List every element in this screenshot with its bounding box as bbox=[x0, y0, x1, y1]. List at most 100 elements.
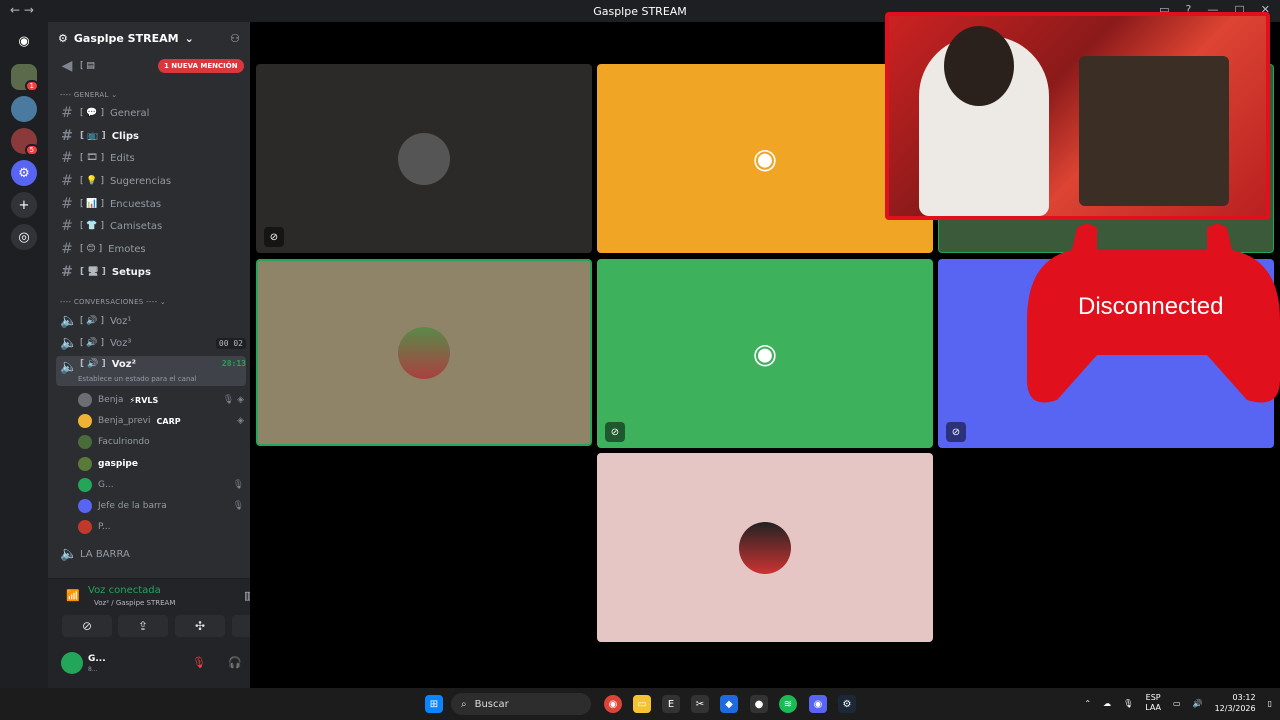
channel-general[interactable]: #[ 💬 ] General bbox=[56, 103, 246, 123]
user-avatar[interactable] bbox=[61, 652, 83, 674]
chevron-up-icon[interactable]: ⌃ bbox=[1084, 699, 1091, 708]
taskbar-search[interactable]: ⌕ Buscar bbox=[451, 693, 591, 715]
voice-member[interactable]: Jefe de la barra 🎙 bbox=[78, 496, 244, 516]
voice-member[interactable]: P... bbox=[78, 517, 244, 537]
mic-muted-icon: 🎙 ◈ bbox=[222, 395, 244, 405]
server-icon[interactable]: 5 bbox=[11, 128, 39, 156]
hash-icon: # bbox=[61, 150, 73, 166]
discord-taskbar-icon[interactable]: ◉ bbox=[809, 695, 827, 713]
participant-avatar bbox=[398, 132, 450, 185]
headphones-icon[interactable]: 🎧 bbox=[228, 656, 242, 669]
add-server-icon[interactable]: + bbox=[11, 192, 37, 218]
channel-setups[interactable]: #[ 🖥 ] Setups bbox=[56, 262, 246, 282]
activities-icon: ✣ bbox=[194, 619, 206, 633]
search-placeholder: Buscar bbox=[474, 698, 509, 710]
channel-status[interactable]: Establece un estado para el canal bbox=[78, 375, 197, 383]
server-icon[interactable]: 1 bbox=[11, 64, 39, 92]
voice-member[interactable]: Faculriondo bbox=[78, 432, 244, 452]
webcam-overlay bbox=[885, 12, 1270, 220]
mic-muted-icon: 🎙 bbox=[232, 501, 244, 511]
channel-sugerencias[interactable]: #[ 💡 ] Sugerencias bbox=[56, 171, 246, 191]
steam-icon[interactable]: ⚙ bbox=[838, 695, 856, 713]
video-tile[interactable]: ⊘ bbox=[256, 64, 592, 253]
discord-home-icon[interactable]: ◉ bbox=[11, 28, 37, 54]
onedrive-icon[interactable]: ☁ bbox=[1103, 699, 1111, 708]
activities-button[interactable]: ✣ bbox=[175, 615, 225, 637]
user-name[interactable]: G... bbox=[88, 654, 106, 664]
user-status: 8... bbox=[88, 666, 98, 673]
hash-icon: # bbox=[61, 218, 73, 234]
category-general[interactable]: ---- GENERAL ⌄ bbox=[60, 91, 117, 99]
mic-muted-icon[interactable]: 🎙 bbox=[192, 656, 206, 669]
video-tile-speaking[interactable] bbox=[256, 259, 592, 446]
language-indicator[interactable]: ESP LAA bbox=[1145, 693, 1161, 713]
network-icon[interactable]: ▭ bbox=[1173, 699, 1181, 708]
obs-icon[interactable]: ● bbox=[750, 695, 768, 713]
clock[interactable]: 03:12 12/3/2026 bbox=[1215, 692, 1256, 714]
server-icon[interactable] bbox=[11, 96, 37, 122]
server-header[interactable]: ⚙ Gasplpe STREAM ⌄ ⚇ bbox=[48, 22, 250, 54]
epic-games-icon[interactable]: E bbox=[662, 695, 680, 713]
streamer-head bbox=[944, 26, 1014, 106]
roblox-icon[interactable]: ◆ bbox=[720, 695, 738, 713]
channel-camisetas[interactable]: #[ 👕 ] Camisetas bbox=[56, 216, 246, 236]
search-icon: ⌕ bbox=[461, 698, 467, 710]
system-tray: ⌃ ☁ 🎙 ESP LAA ▭ 🔊 03:12 12/3/2026 ▯ bbox=[1084, 692, 1272, 714]
invite-icon[interactable]: ⚇ bbox=[230, 32, 240, 45]
speaker-icon: 🔈 bbox=[60, 313, 78, 329]
voice-status[interactable]: Voz conectada bbox=[88, 585, 161, 596]
voice-member[interactable]: G... 🎙 bbox=[78, 475, 244, 495]
channel-timer: 28:13 bbox=[221, 359, 246, 368]
voice-channel-link[interactable]: Voz² / Gaspipe STREAM bbox=[94, 599, 175, 607]
server-gear-icon: ⚙ bbox=[58, 31, 68, 45]
hash-icon: # bbox=[61, 264, 73, 280]
screen-share-button[interactable]: ⇪ bbox=[118, 615, 168, 637]
hash-icon: # bbox=[61, 128, 73, 144]
disconnected-label: Disconnected bbox=[1078, 293, 1224, 320]
hash-icon: # bbox=[61, 196, 73, 212]
mic-muted-icon: ⊘ bbox=[946, 422, 966, 442]
server-list: ◉ 1 5 ⚙ + ◎ bbox=[0, 22, 48, 688]
nav-arrows[interactable]: ← → bbox=[10, 3, 34, 17]
windows-start-icon[interactable]: ⊞ bbox=[425, 695, 443, 713]
screen-share-icon: ⇪ bbox=[137, 619, 149, 633]
mention-badge[interactable]: 1 NUEVA MENCIÓN bbox=[158, 59, 244, 73]
mic-icon[interactable]: 🎙 bbox=[1123, 699, 1133, 708]
notification-icon[interactable]: ▯ bbox=[1268, 699, 1272, 708]
video-tile[interactable] bbox=[597, 453, 933, 642]
voice-channel-la-barra[interactable]: 🔈 LA BARRA bbox=[56, 544, 246, 564]
channel-edits[interactable]: #[ 🎞 ] Edits bbox=[56, 148, 246, 168]
hash-icon: # bbox=[61, 241, 73, 257]
speaker-icon: 🔈 bbox=[60, 359, 78, 375]
hash-icon: # bbox=[61, 173, 73, 189]
window-title: Gasplpe STREAM bbox=[593, 4, 687, 18]
voice-channel-3[interactable]: 🔈[ 🔊 ] Voz³ 00 02 bbox=[56, 333, 246, 353]
signal-icon: 📶 bbox=[66, 589, 80, 602]
video-tile[interactable]: ◉ ⊘ bbox=[597, 259, 933, 448]
channel-sidebar: ⚙ Gasplpe STREAM ⌄ ⚇ ◀[ ▤ 1 NUEVA MENCIÓ… bbox=[48, 22, 298, 688]
camera-off-button[interactable]: ⊘ bbox=[62, 615, 112, 637]
voice-member[interactable]: Benja ⚡RVLS 🎙 ◈ bbox=[78, 390, 244, 410]
spotify-icon[interactable]: ≋ bbox=[779, 695, 797, 713]
category-voice[interactable]: ---- CONVERSACIONES ---- ⌄ bbox=[60, 298, 166, 306]
explore-icon[interactable]: ◎ bbox=[11, 224, 37, 250]
avatar bbox=[78, 520, 92, 534]
discord-logo-icon: ◉ bbox=[752, 142, 778, 175]
avatar bbox=[78, 478, 92, 492]
capcut-icon[interactable]: ✂ bbox=[691, 695, 709, 713]
voice-member[interactable]: gaspipe bbox=[78, 454, 244, 474]
volume-icon[interactable]: 🔊 bbox=[1193, 699, 1203, 708]
hash-icon: # bbox=[61, 105, 73, 121]
file-explorer-icon[interactable]: ▭ bbox=[633, 695, 651, 713]
voice-member[interactable]: Benja_previ CARP ◈ bbox=[78, 411, 244, 431]
speaker-icon: 🔈 bbox=[60, 335, 78, 351]
server-active-icon[interactable]: ⚙ bbox=[11, 160, 37, 186]
channel-emotes[interactable]: #[ 😊 ] Emotes bbox=[56, 239, 246, 259]
camera-off-icon: ⊘ bbox=[81, 619, 93, 633]
background-shelf bbox=[1079, 56, 1229, 206]
voice-channel-1[interactable]: 🔈[ 🔊 ] Voz¹ bbox=[56, 311, 246, 331]
channel-encuestas[interactable]: #[ 📊 ] Encuestas bbox=[56, 194, 246, 214]
video-tile[interactable]: ◉ bbox=[597, 64, 933, 253]
channel-clips[interactable]: #[ 📺 ] Clips bbox=[56, 126, 246, 146]
chrome-icon[interactable]: ◉ bbox=[604, 695, 622, 713]
